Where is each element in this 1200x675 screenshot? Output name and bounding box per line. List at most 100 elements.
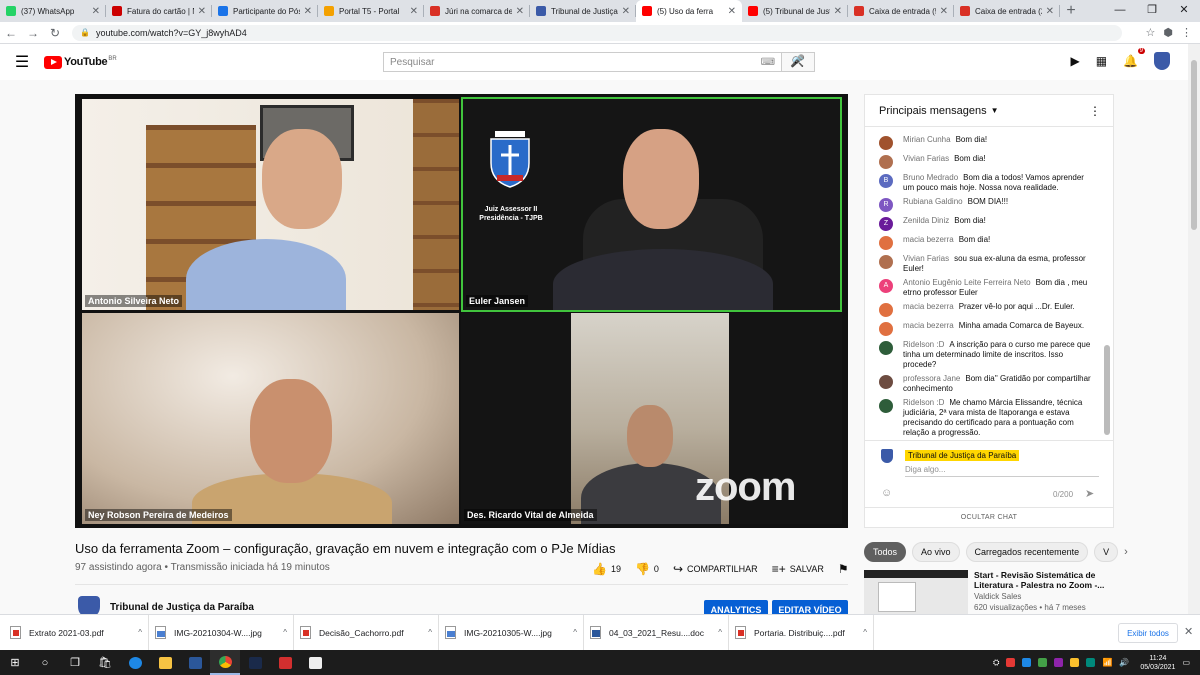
recommended-video[interactable]: Start - Revisão Sistemática de Literatur… bbox=[864, 570, 1114, 616]
show-all-downloads-button[interactable]: Exibir todos bbox=[1118, 623, 1178, 643]
chat-author-name[interactable]: Ridelson :D bbox=[903, 340, 944, 349]
chat-author-avatar[interactable] bbox=[879, 255, 893, 269]
tab-close-icon[interactable]: ✕ bbox=[1046, 6, 1054, 17]
chat-author-avatar[interactable] bbox=[879, 236, 893, 250]
tab-close-icon[interactable]: ✕ bbox=[728, 6, 736, 17]
hamburger-menu-icon[interactable]: ☰ bbox=[0, 52, 44, 72]
browser-tab[interactable]: Participante do Pós ✕ bbox=[212, 0, 318, 22]
download-item[interactable]: 04_03_2021_Resu....doc ^ bbox=[584, 614, 729, 651]
search-circle-icon[interactable]: ○ bbox=[30, 650, 60, 675]
chat-author-name[interactable]: Vivian Farias bbox=[903, 254, 949, 263]
tray-app-icon[interactable] bbox=[1054, 658, 1064, 667]
tray-app-icon[interactable] bbox=[1006, 658, 1016, 667]
forward-icon[interactable]: → bbox=[22, 26, 44, 40]
volume-icon[interactable]: 🔊 bbox=[1119, 658, 1129, 667]
apps-grid-icon[interactable]: ▦ bbox=[1096, 54, 1107, 68]
tab-close-icon[interactable]: ✕ bbox=[304, 6, 312, 17]
chat-author-avatar[interactable] bbox=[879, 399, 893, 413]
chat-author-name[interactable]: Bruno Medrado bbox=[903, 173, 958, 182]
chat-author-name[interactable]: Mirian Cunha bbox=[903, 135, 951, 144]
browser-tab[interactable]: Tribunal de Justiça ✕ bbox=[530, 0, 636, 22]
keyboard-icon[interactable]: ⌨ bbox=[761, 57, 775, 68]
download-options-chevron-icon[interactable]: ^ bbox=[138, 628, 142, 637]
browser-tab[interactable]: Júri na comarca de ✕ bbox=[424, 0, 530, 22]
page-scrollbar[interactable] bbox=[1188, 44, 1200, 614]
download-options-chevron-icon[interactable]: ^ bbox=[283, 628, 287, 637]
wifi-icon[interactable]: 📶 bbox=[1102, 658, 1112, 667]
chat-author-avatar[interactable]: Z bbox=[879, 217, 893, 231]
account-avatar[interactable] bbox=[1154, 52, 1170, 70]
close-window-icon[interactable]: ✕ bbox=[1168, 0, 1200, 22]
chat-author-avatar[interactable]: B bbox=[879, 174, 893, 188]
chat-author-avatar[interactable]: R bbox=[879, 198, 893, 212]
chat-message-input[interactable]: Diga algo... bbox=[905, 465, 1099, 477]
edge-icon[interactable] bbox=[120, 650, 150, 675]
file-explorer-icon[interactable] bbox=[150, 650, 180, 675]
tab-close-icon[interactable]: ✕ bbox=[198, 6, 206, 17]
chat-author-name[interactable]: Rubiana Galdino bbox=[903, 197, 963, 206]
tab-close-icon[interactable]: ✕ bbox=[622, 6, 630, 17]
tray-app-icon[interactable] bbox=[1070, 658, 1080, 667]
browser-tab[interactable]: Caixa de entrada (2) ✕ bbox=[954, 0, 1060, 22]
chat-author-avatar[interactable] bbox=[879, 303, 893, 317]
chat-author-avatar[interactable] bbox=[879, 136, 893, 150]
chip-more[interactable]: V bbox=[1094, 542, 1119, 562]
download-options-chevron-icon[interactable]: ^ bbox=[718, 628, 722, 637]
chat-author-name[interactable]: Antonio Eugênio Leite Ferreira Neto bbox=[903, 278, 1031, 287]
bookmark-star-icon[interactable]: ☆ bbox=[1146, 26, 1156, 39]
recommended-title[interactable]: Start - Revisão Sistemática de Literatur… bbox=[974, 570, 1114, 590]
url-field[interactable]: 🔒 youtube.com/watch?v=GY_j8wyhAD4 bbox=[72, 24, 1122, 41]
download-item[interactable]: Decisão_Cachorro.pdf ^ bbox=[294, 614, 439, 651]
youtube-logo[interactable]: YouTube BR bbox=[44, 55, 117, 69]
chat-author-avatar[interactable] bbox=[879, 375, 893, 389]
save-button[interactable]: ≡+ SALVAR bbox=[772, 562, 824, 576]
video-player[interactable]: Antonio Silveira Neto Juiz Assessor II P… bbox=[75, 94, 848, 528]
like-button[interactable]: 👍 19 bbox=[592, 562, 621, 576]
tab-close-icon[interactable]: ✕ bbox=[92, 6, 100, 17]
chat-author-avatar[interactable] bbox=[879, 322, 893, 336]
pje-icon[interactable] bbox=[240, 650, 270, 675]
tray-app-icon[interactable] bbox=[1086, 658, 1096, 667]
notifications-bell-icon[interactable]: 🔔 9 bbox=[1123, 48, 1145, 68]
dislike-button[interactable]: 👎 0 bbox=[635, 562, 659, 576]
browser-tab[interactable]: Portal T5 - Portal ✕ bbox=[318, 0, 424, 22]
channel-name[interactable]: Tribunal de Justiça da Paraíba bbox=[110, 602, 254, 613]
store-icon[interactable]: 🛍 bbox=[90, 650, 120, 675]
tab-close-icon[interactable]: ✕ bbox=[516, 6, 524, 17]
chat-header[interactable]: Principais mensagens ▼ ⋮ bbox=[865, 95, 1113, 127]
emoji-icon[interactable]: ☺ bbox=[881, 487, 892, 499]
download-item[interactable]: IMG-20210305-W....jpg ^ bbox=[439, 614, 584, 651]
browser-tab[interactable]: (5) Uso da ferra ✕ bbox=[636, 0, 742, 22]
page-scroll-thumb[interactable] bbox=[1191, 60, 1197, 230]
chat-author-name[interactable]: macia bezerra bbox=[903, 321, 954, 330]
chat-author-avatar[interactable]: A bbox=[879, 279, 893, 293]
new-tab-button[interactable]: + bbox=[1060, 0, 1082, 22]
chat-author-avatar[interactable] bbox=[879, 155, 893, 169]
minimize-icon[interactable]: — bbox=[1104, 0, 1136, 22]
microphone-icon[interactable]: 🎤 bbox=[790, 54, 805, 68]
search-input[interactable]: Pesquisar ⌨ bbox=[383, 52, 781, 72]
extension-icon[interactable]: ⬢ bbox=[1163, 26, 1173, 39]
chip-recent[interactable]: Carregados recentemente bbox=[965, 542, 1089, 562]
people-icon[interactable]: ⛭ bbox=[993, 658, 999, 668]
download-options-chevron-icon[interactable]: ^ bbox=[428, 628, 432, 637]
recommended-thumbnail[interactable] bbox=[864, 570, 968, 616]
system-clock[interactable]: 11:24 05/03/2021 bbox=[1140, 654, 1175, 672]
tab-close-icon[interactable]: ✕ bbox=[940, 6, 948, 17]
chat-author-name[interactable]: professora Jane bbox=[903, 374, 960, 383]
tray-app-icon[interactable] bbox=[1022, 658, 1032, 667]
photos-icon[interactable] bbox=[300, 650, 330, 675]
chat-author-name[interactable]: Ridelson :D bbox=[903, 398, 944, 407]
windows-start-icon[interactable]: ⊞ bbox=[0, 650, 30, 675]
browser-tab[interactable]: (37) WhatsApp ✕ bbox=[0, 0, 106, 22]
menu-dots-icon[interactable]: ⋮ bbox=[1181, 26, 1192, 39]
hide-chat-button[interactable]: OCULTAR CHAT bbox=[865, 507, 1113, 527]
notification-center-icon[interactable]: ▭ bbox=[1182, 658, 1190, 667]
more-options-icon[interactable]: ⋮ bbox=[1089, 104, 1101, 118]
chat-author-name[interactable]: Vivian Farias bbox=[903, 154, 949, 163]
browser-tab[interactable]: (5) Tribunal de Justiça ✕ bbox=[742, 0, 848, 22]
chat-scrollbar[interactable] bbox=[1104, 345, 1110, 435]
reload-icon[interactable]: ↻ bbox=[44, 26, 66, 40]
share-button[interactable]: ↪ COMPARTILHAR bbox=[673, 562, 758, 576]
tray-app-icon[interactable] bbox=[1038, 658, 1048, 667]
